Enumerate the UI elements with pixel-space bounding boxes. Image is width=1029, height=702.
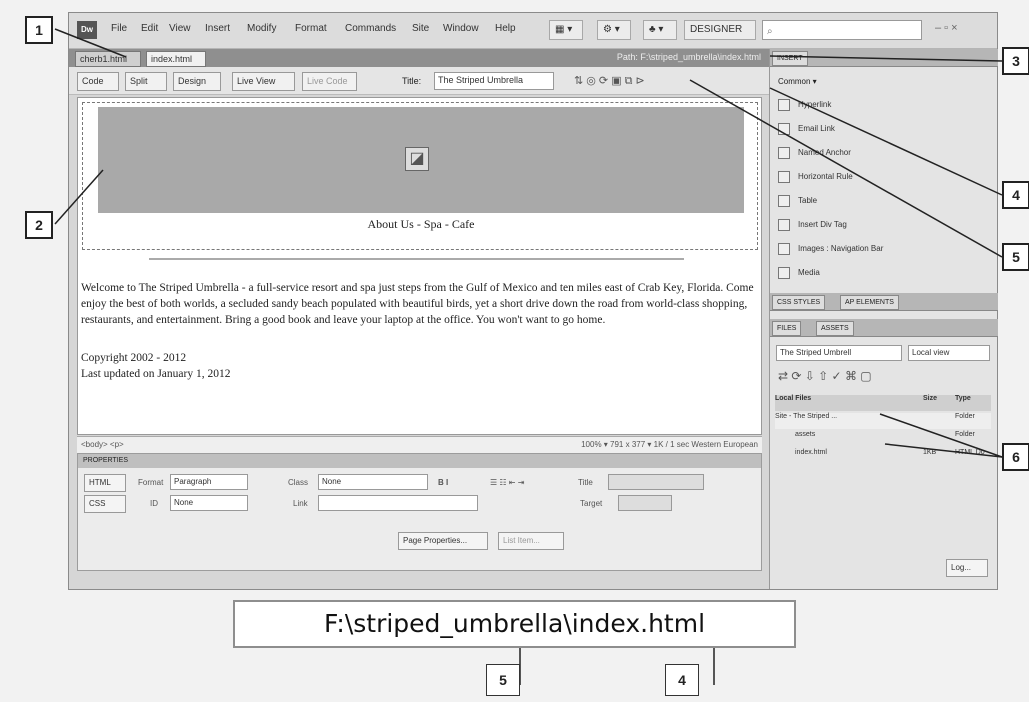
callout-1: 1 [25,16,53,44]
bottom-callout-4: 4 [665,664,699,696]
file-path-label: F:\striped_umbrella\index.html [233,600,796,648]
bottom-callout-5: 5 [486,664,520,696]
callout-3: 3 [1002,47,1029,75]
callout-4: 4 [1002,181,1029,209]
callout-6: 6 [1002,443,1029,471]
callout-leaders [54,28,1003,685]
callout-2: 2 [25,211,53,239]
callout-5: 5 [1002,243,1029,271]
